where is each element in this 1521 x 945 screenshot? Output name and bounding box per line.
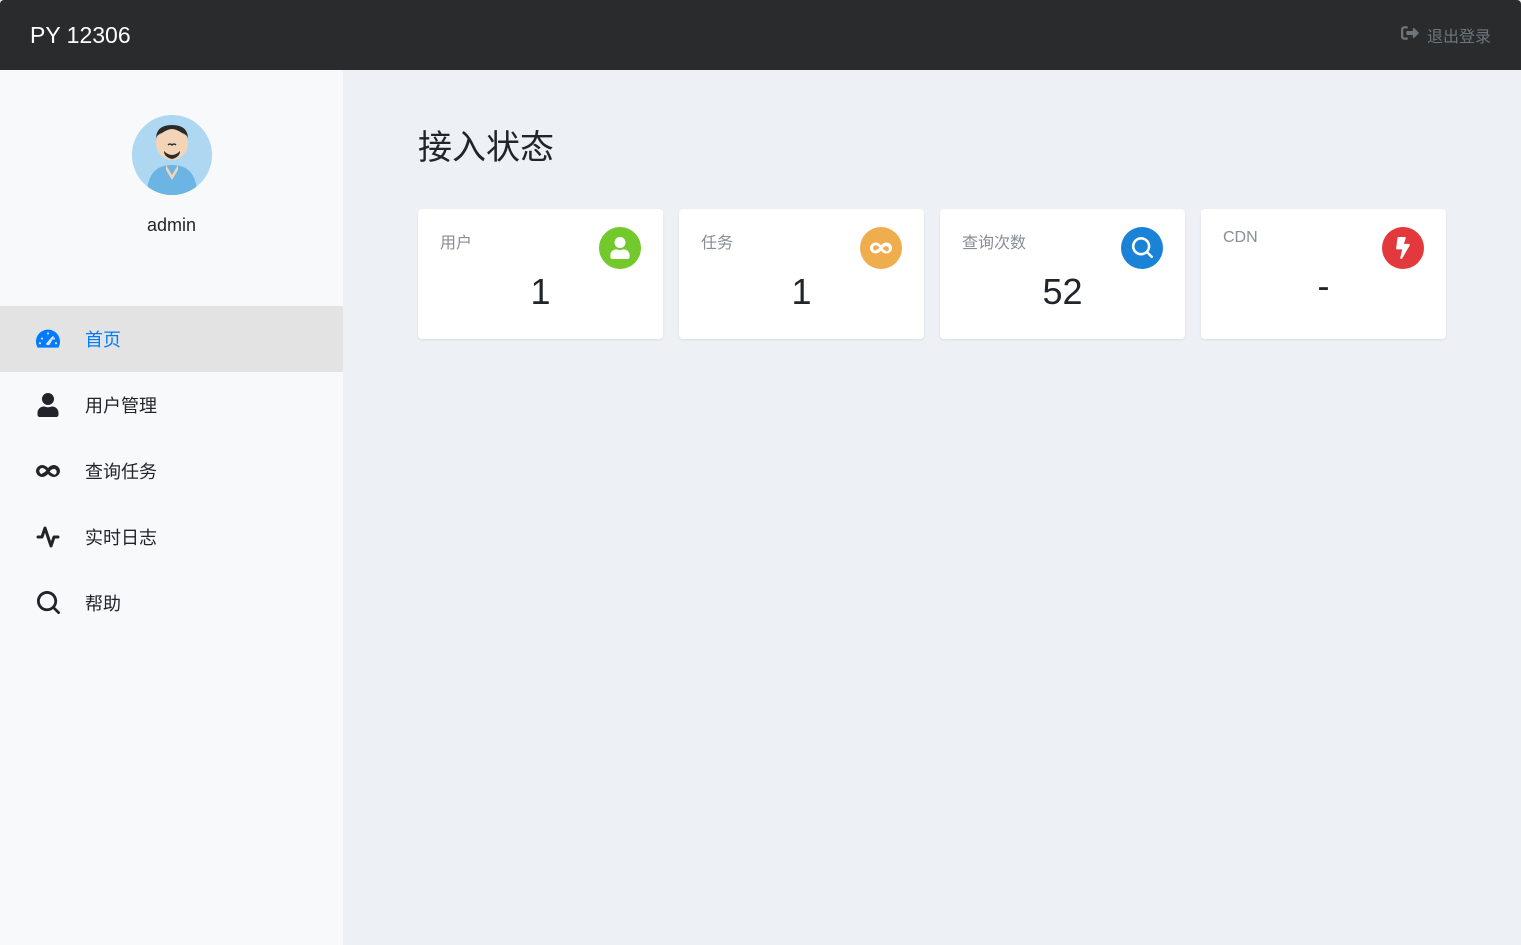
user-icon (36, 393, 60, 417)
card-queries[interactable]: 查询次数 52 (940, 209, 1185, 339)
sidebar-item-label: 实时日志 (85, 524, 157, 550)
search-icon (36, 591, 60, 615)
brand: PY 12306 (30, 22, 131, 49)
page-title: 接入状态 (418, 120, 1446, 169)
sidebar-item-label: 查询任务 (85, 458, 157, 484)
activity-icon (36, 525, 60, 549)
sidebar-item-label: 首页 (85, 326, 121, 352)
card-value: - (1223, 265, 1424, 307)
card-tasks[interactable]: 任务 1 (679, 209, 924, 339)
infinity-icon (860, 227, 902, 269)
card-value: 1 (701, 271, 902, 313)
user-panel: admin (0, 95, 343, 266)
navbar: PY 12306 退出登录 (0, 0, 1521, 70)
card-value: 1 (440, 271, 641, 313)
user-icon (599, 227, 641, 269)
sidebar: admin 首页 用户管理 查询任务 (0, 70, 343, 945)
sidebar-item-users[interactable]: 用户管理 (0, 372, 343, 438)
sidebar-item-tasks[interactable]: 查询任务 (0, 438, 343, 504)
logout-icon (1401, 24, 1419, 47)
sidebar-item-label: 用户管理 (85, 392, 157, 418)
main: 接入状态 用户 1 任务 1 查询次数 52 (343, 70, 1521, 945)
bolt-icon (1382, 227, 1424, 269)
infinity-icon (36, 459, 60, 483)
sidebar-item-logs[interactable]: 实时日志 (0, 504, 343, 570)
card-cdn[interactable]: CDN - (1201, 209, 1446, 339)
username: admin (0, 215, 343, 236)
sidebar-item-label: 帮助 (85, 590, 121, 616)
sidebar-item-help[interactable]: 帮助 (0, 570, 343, 636)
card-value: 52 (962, 271, 1163, 313)
logout-button[interactable]: 退出登录 (1401, 23, 1491, 47)
cards-row: 用户 1 任务 1 查询次数 52 CD (418, 209, 1446, 339)
search-icon (1121, 227, 1163, 269)
sidebar-item-home[interactable]: 首页 (0, 306, 343, 372)
dashboard-icon (36, 327, 60, 351)
nav: 首页 用户管理 查询任务 实时日志 (0, 306, 343, 636)
container: admin 首页 用户管理 查询任务 (0, 70, 1521, 945)
card-users[interactable]: 用户 1 (418, 209, 663, 339)
logout-label: 退出登录 (1427, 23, 1491, 47)
avatar (132, 115, 212, 195)
